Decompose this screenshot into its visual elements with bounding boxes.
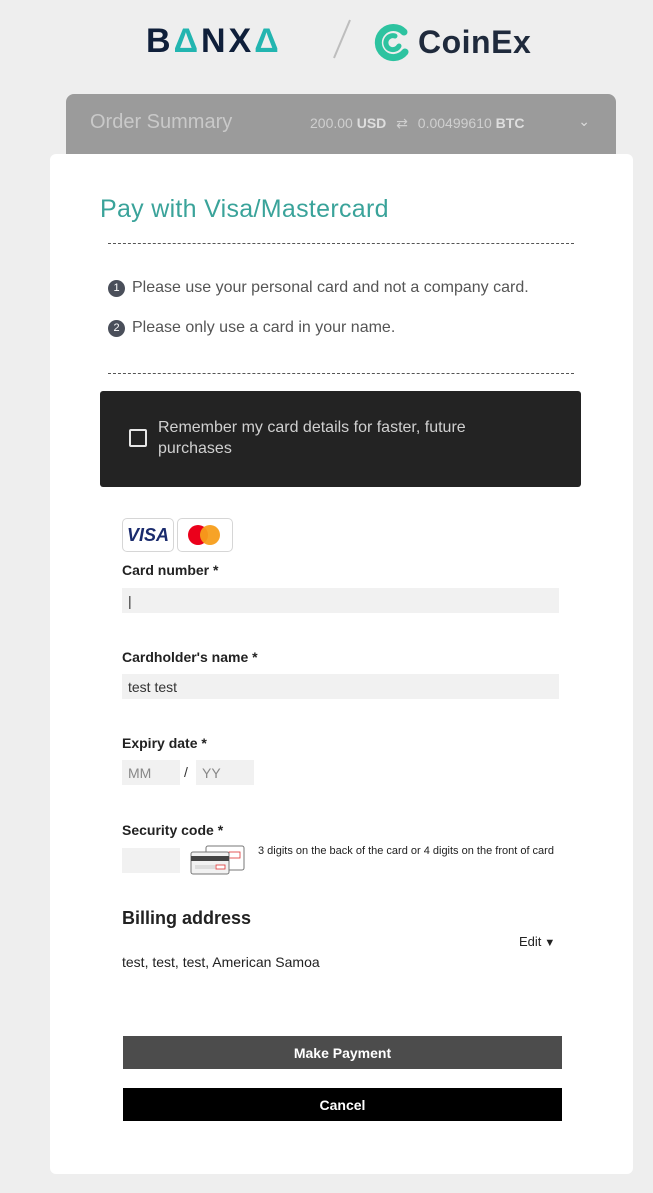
security-code-label: Security code *	[122, 822, 224, 838]
number-badge: 1	[108, 280, 125, 297]
divider	[108, 373, 574, 374]
edit-billing-link[interactable]: Edit ▼	[519, 934, 555, 949]
cardholder-name-label: Cardholder's name *	[122, 649, 258, 665]
order-conversion: 200.00 USD ⇄ 0.00499610 BTC	[310, 115, 524, 132]
coinex-logo-text: CoinEx	[418, 24, 532, 60]
notice-item: 1 Please use your personal card and not a…	[108, 279, 529, 297]
caret-down-icon: ▼	[544, 937, 556, 949]
expiry-date-label: Expiry date *	[122, 735, 207, 751]
mastercard-logo	[177, 518, 233, 552]
billing-address-heading: Billing address	[122, 908, 252, 928]
remember-card-panel[interactable]: Remember my card details for faster, fut…	[100, 391, 581, 487]
cardholder-name-input[interactable]	[122, 674, 559, 699]
divider	[108, 243, 574, 244]
logo-divider	[333, 19, 351, 59]
header-logos: BΔNXΔ CoinEx	[0, 14, 653, 70]
swap-icon: ⇄	[396, 115, 408, 131]
remember-card-checkbox[interactable]	[129, 429, 147, 447]
notice-text: Please use your personal card and not a …	[132, 279, 529, 296]
cancel-button[interactable]: Cancel	[123, 1088, 562, 1121]
coinex-logo-icon	[374, 24, 409, 62]
expiry-separator: /	[184, 764, 188, 780]
card-number-input[interactable]	[122, 588, 559, 613]
visa-logo: VISA	[122, 518, 174, 552]
remember-card-label: Remember my card details for faster, fut…	[158, 419, 466, 457]
expiry-month-input[interactable]	[122, 760, 180, 785]
security-code-input[interactable]	[122, 848, 180, 873]
fiat-currency: USD	[356, 115, 387, 131]
fiat-amount: 200.00	[310, 115, 353, 131]
number-badge: 2	[108, 320, 125, 337]
notice-text: Please only use a card in your name.	[132, 319, 396, 336]
chevron-down-icon[interactable]: ⌄	[578, 113, 590, 130]
security-code-hint: 3 digits on the back of the card or 4 di…	[258, 845, 554, 857]
cvv-card-icon	[190, 845, 245, 875]
page-title: Pay with Visa/Mastercard	[100, 195, 389, 223]
crypto-currency: BTC	[495, 115, 525, 131]
crypto-amount: 0.00499610	[417, 115, 492, 131]
expiry-year-input[interactable]	[196, 760, 254, 785]
notice-item: 2 Please only use a card in your name.	[108, 319, 395, 337]
order-summary-title: Order Summary	[90, 111, 233, 133]
banxa-logo: BΔNXΔ	[146, 22, 282, 60]
billing-address-text: test, test, test, American Samoa	[122, 954, 320, 970]
payment-card: Pay with Visa/Mastercard 1 Please use you…	[50, 154, 633, 1174]
make-payment-button[interactable]: Make Payment	[123, 1036, 562, 1069]
edit-label: Edit	[519, 934, 542, 949]
card-number-label: Card number *	[122, 562, 219, 578]
